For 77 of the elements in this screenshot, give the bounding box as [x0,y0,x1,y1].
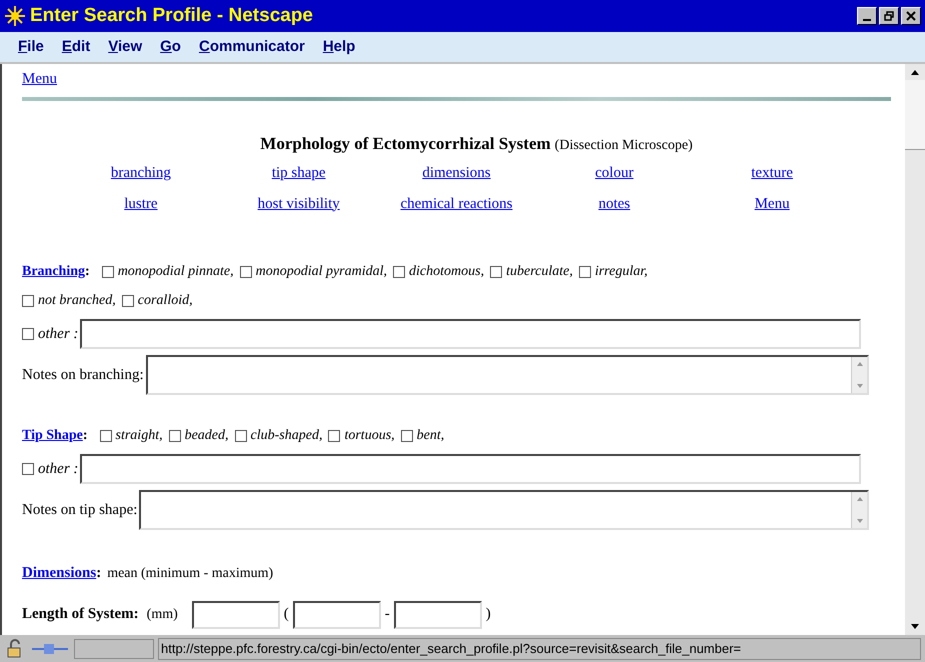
menu-item[interactable]: View [108,36,142,58]
close-icon [906,11,916,21]
option-label: irregular, [594,263,648,281]
menu-item[interactable]: Help [322,36,356,58]
dimensions-note: mean (minimum - maximum) [107,565,274,583]
option-label: bent, [416,427,444,445]
checkbox[interactable] [328,430,340,442]
checkbox[interactable] [240,266,252,278]
starburst-icon [4,5,26,27]
minimum-field[interactable] [292,600,381,628]
option-label: straight, [116,427,163,445]
bracket-text: ( [284,605,289,624]
colon-text: : [96,564,102,583]
option-label: beaded, [184,427,229,445]
maximum-field[interactable] [394,600,482,628]
option-label: monopodial pyramidal, [256,263,388,281]
nav-link[interactable]: host visibility [258,196,340,212]
scroll-thumb[interactable] [905,80,925,150]
menu-item[interactable]: Go [160,36,181,58]
checkbox[interactable] [393,266,406,278]
window-title: Enter Search Profile - Netscape [30,4,313,28]
other-field[interactable] [80,454,861,484]
checkbox[interactable] [234,430,247,442]
checkbox[interactable] [100,430,112,442]
colon-text: : [85,264,90,279]
nav-link[interactable]: texture [751,165,793,181]
notes-label: Notes on tip shape: [22,500,138,520]
nav-link[interactable]: dimensions [422,165,491,181]
nav-link[interactable]: notes [598,196,630,212]
minimize-icon [863,19,871,21]
option-label: monopodial pinnate, [118,263,234,281]
nav-link[interactable]: Menu [754,196,790,212]
colon-text: : [82,428,88,443]
nav-link[interactable]: tip shape [272,165,326,181]
checkbox[interactable] [22,328,34,340]
scrollbar[interactable] [905,64,925,635]
menu-item[interactable]: Communicator [198,36,305,58]
menu-link[interactable]: Menu [22,71,57,87]
maximize-icon [884,11,894,21]
option-label: not branched, [38,292,116,310]
section-link[interactable]: Branching [22,264,86,279]
checkbox[interactable] [168,430,181,442]
section-link[interactable]: Dimensions [22,562,96,584]
checkbox[interactable] [102,266,114,278]
option-label: club-shaped, [250,427,322,445]
notes-label: Notes on branching: [22,366,144,385]
checkbox[interactable] [122,294,134,306]
nav-link[interactable]: colour [595,165,634,181]
other-label: other : [38,460,78,479]
other-field[interactable] [80,319,861,349]
checkbox[interactable] [400,430,413,442]
dash-text: - [384,605,390,624]
menu-item[interactable]: Edit [62,36,90,58]
option-label: tuberculate, [506,263,573,281]
maximize-button[interactable] [879,7,899,25]
unit-text: (mm) [146,606,178,624]
checkbox[interactable] [22,463,34,475]
checkbox[interactable] [22,294,34,306]
checkbox[interactable] [490,266,502,278]
option-label: tortuous, [344,427,395,445]
bracket-text: ) [486,605,491,624]
section-link[interactable]: Tip Shape [22,428,83,443]
nav-link[interactable]: chemical reactions [400,196,512,212]
menu-item[interactable]: File [18,36,44,58]
nav-link[interactable]: lustre [124,196,158,212]
minimize-button[interactable] [857,7,877,25]
other-label: other : [38,324,78,344]
page-heading: Morphology of Ectomycorrhizal System [260,132,551,155]
status-url: http://steppe.pfc.forestry.ca/cgi-bin/ecto/enter_search_profile.pl?source=revisit&search_file_number= [158,638,921,660]
option-label: coralloid, [138,292,193,310]
close-button[interactable] [901,7,921,25]
checkbox[interactable] [578,266,591,278]
nav-link[interactable]: branching [110,165,171,181]
length-label: Length of System: [22,605,139,624]
mean-field[interactable] [192,600,280,628]
page-subheading: (Dissection Microscope) [554,136,693,154]
option-label: dichotomous, [409,263,484,281]
